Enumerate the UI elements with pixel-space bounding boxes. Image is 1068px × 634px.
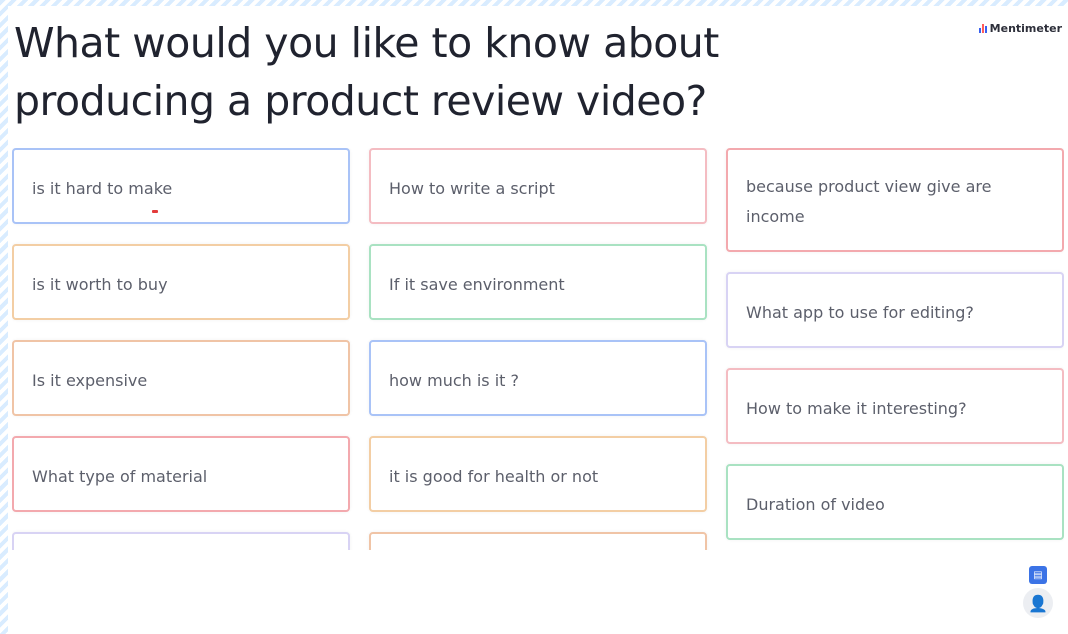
response-card: How to make it interesting? [726,368,1064,444]
responses-column-1: is it hard to make is it worth to buy Is… [12,148,350,550]
response-card [12,532,350,550]
response-card: What type of material [12,436,350,512]
response-card: Duration of video [726,464,1064,540]
responses-column-2: How to write a script If it save environ… [369,148,707,550]
response-text: is it worth to buy [32,275,168,294]
response-text: If it save environment [389,275,565,294]
response-text: What type of material [32,467,208,486]
mentimeter-logo-icon [978,24,987,33]
response-card: How to write a script [369,148,707,224]
user-icon[interactable]: 👤 [1023,588,1053,618]
frame-top-border [0,0,1068,6]
response-text: How to write a script [389,179,555,198]
slide-title: What would you like to know about produc… [14,19,719,125]
response-card: Is it expensive [12,340,350,416]
response-text: how much is it ? [389,371,520,390]
mouse-cursor-marker [152,210,158,213]
response-card: is it worth to buy [12,244,350,320]
participant-controls: ▤ 👤 [1020,566,1056,626]
response-card: is it hard to make [12,148,350,224]
responses-column-3: because product view give are income Wha… [726,148,1064,550]
response-text: it is good for health or not [389,467,599,486]
response-text: What app to use for editing? [746,303,974,322]
comment-icon[interactable]: ▤ [1029,566,1047,584]
response-text: How to make it interesting? [746,399,967,418]
response-card: If it save environment [369,244,707,320]
response-card: how much is it ? [369,340,707,416]
response-card: because product view give are income [726,148,1064,252]
response-text: Is it expensive [32,371,148,390]
response-card: it is good for health or not [369,436,707,512]
mentimeter-logo: Mentimeter [978,22,1062,35]
response-card: What app to use for editing? [726,272,1064,348]
response-card [369,532,707,550]
brand-name: Mentimeter [989,22,1062,35]
response-text: Duration of video [746,495,885,514]
responses-grid: is it hard to make is it worth to buy Is… [12,148,1064,550]
frame-left-border [0,0,8,634]
response-text: because product view give are income [746,177,992,226]
response-text: is it hard to make [32,179,173,198]
